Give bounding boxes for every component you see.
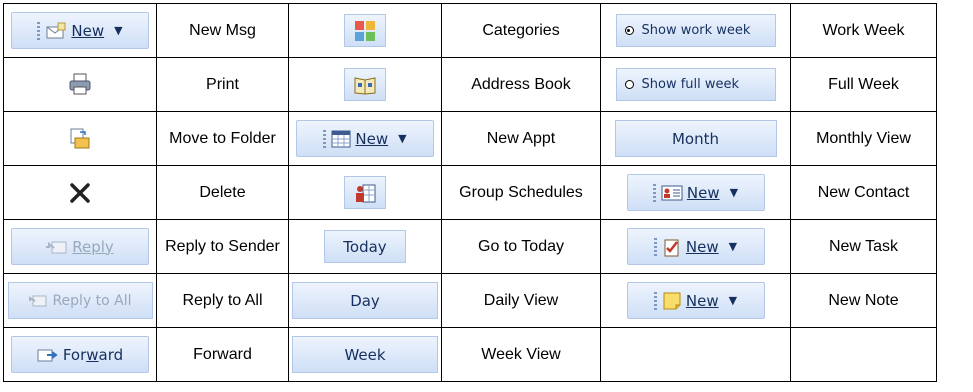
forward-label: Forward bbox=[62, 345, 124, 364]
week-view-button[interactable]: Week bbox=[292, 336, 438, 373]
new-button-label: New bbox=[71, 21, 105, 40]
row-label: Reply to Sender bbox=[165, 238, 280, 255]
table-row: Print Address Book Show full week Full W… bbox=[3, 57, 937, 112]
table-row: Delete Group Schedules New ▼ New Contact bbox=[3, 165, 937, 220]
day-label: Day bbox=[350, 291, 380, 310]
chevron-down-icon[interactable]: ▼ bbox=[729, 240, 737, 253]
new-contact-button[interactable]: New ▼ bbox=[626, 174, 765, 211]
printer-icon bbox=[69, 73, 91, 95]
row-label: Forward bbox=[193, 346, 252, 363]
row-label: Delete bbox=[199, 184, 246, 201]
categories-icon bbox=[355, 20, 375, 41]
row-label: New Contact bbox=[817, 184, 910, 201]
radio-label: Show full week bbox=[641, 77, 740, 92]
reply-all-icon bbox=[29, 295, 47, 306]
chevron-down-icon[interactable]: ▼ bbox=[398, 132, 406, 145]
chevron-down-icon[interactable]: ▼ bbox=[729, 294, 737, 307]
reply-all-button[interactable]: Reply to All bbox=[7, 282, 153, 319]
row-label: Full Week bbox=[828, 76, 899, 93]
address-book-button[interactable] bbox=[344, 68, 386, 101]
week-label: Week bbox=[344, 345, 386, 364]
reply-all-label: Reply to All bbox=[52, 292, 132, 309]
table-row: New ▼ New Msg Categories Show work week … bbox=[3, 3, 937, 58]
toolbar-grip bbox=[653, 291, 657, 310]
new-note-button[interactable]: New ▼ bbox=[626, 282, 765, 319]
row-label: New Note bbox=[828, 292, 899, 309]
new-button-label: New bbox=[355, 129, 389, 148]
chevron-down-icon[interactable]: ▼ bbox=[730, 186, 738, 199]
show-work-week-option[interactable]: Show work week bbox=[615, 14, 776, 47]
table-row: Reply Reply to Sender Today Go to Today … bbox=[3, 219, 937, 274]
today-label: Today bbox=[343, 237, 387, 256]
empty-cell bbox=[790, 327, 937, 382]
row-label: Group Schedules bbox=[459, 184, 583, 201]
row-label: Categories bbox=[482, 22, 560, 39]
radio-unselected-icon bbox=[624, 80, 634, 89]
move-to-folder-icon bbox=[70, 128, 90, 149]
table-row: Forward Forward Week Week View bbox=[3, 327, 937, 382]
note-icon bbox=[663, 292, 681, 309]
row-label: Print bbox=[206, 76, 239, 93]
group-schedules-icon bbox=[356, 184, 376, 202]
table-row: Reply to All Reply to All Day Daily View… bbox=[3, 273, 937, 328]
row-label: Week View bbox=[481, 346, 561, 363]
new-button-label: New bbox=[685, 237, 719, 256]
row-label: Address Book bbox=[471, 76, 571, 93]
toolbar-grip bbox=[323, 129, 327, 148]
today-button[interactable]: Today bbox=[324, 230, 406, 263]
row-label: Move to Folder bbox=[169, 130, 276, 147]
reply-label: Reply bbox=[72, 237, 114, 256]
contact-card-icon bbox=[661, 185, 683, 200]
row-label: New Msg bbox=[189, 22, 256, 39]
address-book-icon bbox=[354, 76, 376, 95]
group-schedules-button[interactable] bbox=[344, 176, 386, 209]
reply-icon bbox=[46, 241, 67, 253]
row-label: New Appt bbox=[486, 130, 556, 147]
toolbar-reference-table: New ▼ New Msg Categories Show work week … bbox=[3, 3, 937, 382]
new-message-button[interactable]: New ▼ bbox=[11, 12, 149, 49]
row-label: Monthly View bbox=[816, 130, 911, 147]
row-label: Go to Today bbox=[478, 238, 564, 255]
table-row: Move to Folder New ▼ New Appt Month Mont… bbox=[3, 111, 937, 166]
forward-button[interactable]: Forward bbox=[11, 336, 149, 373]
toolbar-grip bbox=[37, 21, 41, 40]
day-view-button[interactable]: Day bbox=[292, 282, 438, 319]
print-button[interactable] bbox=[68, 68, 92, 101]
new-task-button[interactable]: New ▼ bbox=[626, 228, 765, 265]
month-view-button[interactable]: Month bbox=[614, 120, 777, 157]
month-label: Month bbox=[671, 129, 719, 148]
new-button-label: New bbox=[686, 183, 720, 202]
task-icon bbox=[664, 239, 679, 256]
radio-label: Show work week bbox=[641, 23, 751, 38]
row-label: Daily View bbox=[483, 292, 559, 309]
chevron-down-icon[interactable]: ▼ bbox=[114, 24, 122, 37]
empty-cell bbox=[600, 327, 791, 382]
show-full-week-option[interactable]: Show full week bbox=[615, 68, 776, 101]
row-label: Reply to All bbox=[182, 292, 263, 309]
toolbar-grip bbox=[653, 237, 657, 256]
new-appointment-button[interactable]: New ▼ bbox=[296, 120, 434, 157]
radio-selected-icon bbox=[624, 26, 634, 35]
calendar-icon bbox=[331, 130, 351, 147]
row-label: Work Week bbox=[822, 22, 905, 39]
reply-button[interactable]: Reply bbox=[11, 228, 149, 265]
row-label: New Task bbox=[828, 238, 899, 255]
delete-icon bbox=[70, 182, 90, 203]
categories-button[interactable] bbox=[344, 14, 386, 47]
forward-icon bbox=[37, 349, 58, 361]
toolbar-grip bbox=[652, 183, 656, 202]
new-button-label: New bbox=[685, 291, 719, 310]
delete-button[interactable] bbox=[69, 176, 91, 209]
new-mail-icon bbox=[46, 22, 66, 38]
move-to-folder-button[interactable] bbox=[68, 122, 92, 155]
